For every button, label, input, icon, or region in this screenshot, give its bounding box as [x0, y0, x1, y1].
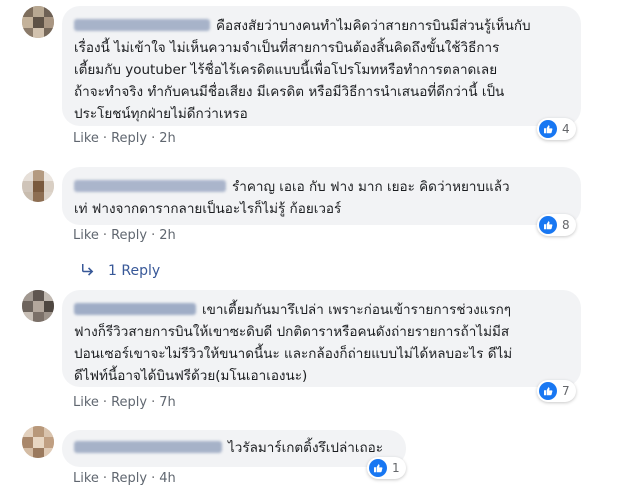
separator: ·: [151, 471, 156, 486]
thumbs-up-icon: [369, 459, 387, 477]
reaction-number: 1: [392, 461, 400, 475]
comment-text: ไวรัลมาร์เกตติ้งรึเปล่าเถอะ: [228, 440, 383, 456]
comment-actions: Like · Reply · 4h: [73, 471, 176, 486]
separator: ·: [102, 471, 108, 486]
reaction-count[interactable]: 1: [367, 457, 406, 479]
timestamp[interactable]: 4h: [159, 471, 176, 486]
comment-4: ไวรัลมาร์เกตติ้งรึเปล่าเถอะ 1 Like · Reply…: [0, 0, 621, 495]
reply-link[interactable]: Reply: [111, 471, 147, 486]
comment-bubble: ไวรัลมาร์เกตติ้งรึเปล่าเถอะ: [62, 430, 406, 467]
like-link[interactable]: Like: [73, 471, 99, 486]
author-name[interactable]: [74, 441, 222, 453]
avatar[interactable]: [22, 426, 54, 458]
